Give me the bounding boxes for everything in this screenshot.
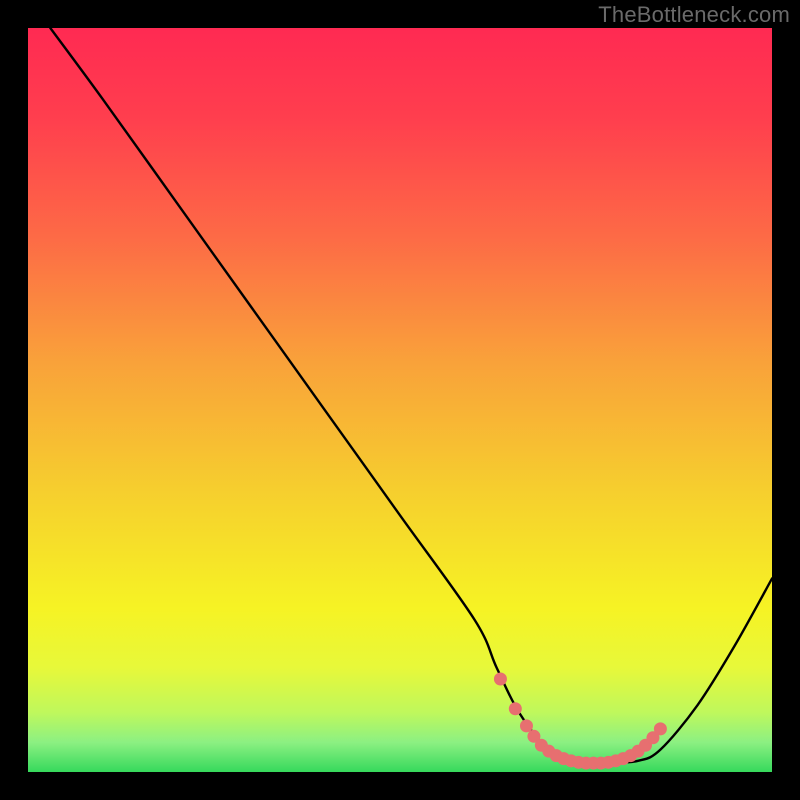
- optimal-marker: [654, 722, 667, 735]
- bottleneck-chart: [0, 0, 800, 800]
- watermark-text: TheBottleneck.com: [598, 2, 790, 28]
- optimal-marker: [520, 719, 533, 732]
- chart-frame: TheBottleneck.com: [0, 0, 800, 800]
- plot-background: [28, 28, 772, 772]
- optimal-marker: [494, 673, 507, 686]
- optimal-marker: [509, 702, 522, 715]
